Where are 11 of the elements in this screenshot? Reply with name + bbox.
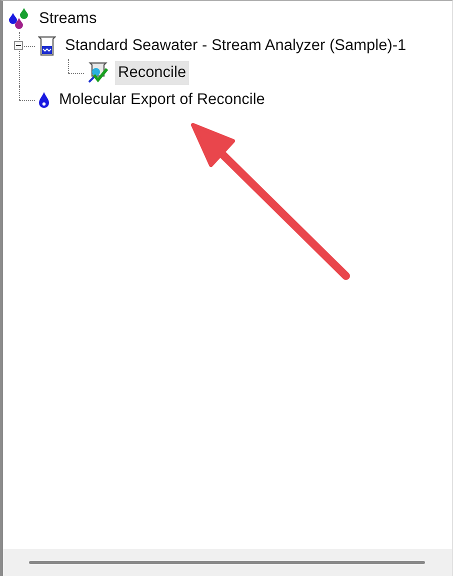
tree-item[interactable]: Standard Seawater - Stream Analyzer (Sample)-1 xyxy=(62,34,410,58)
reconcile-check-icon xyxy=(87,62,109,83)
collapse-icon[interactable] xyxy=(14,41,23,50)
horizontal-scrollbar[interactable] xyxy=(3,549,452,576)
droplets-icon xyxy=(8,6,30,30)
tree-item[interactable]: Streams xyxy=(36,6,100,30)
tree-item[interactable]: Molecular Export of Reconcile xyxy=(56,88,268,112)
sample-vessel-icon xyxy=(38,36,56,56)
scrollbar-thumb[interactable] xyxy=(29,561,425,564)
tree-item[interactable]: Reconcile xyxy=(115,60,190,84)
droplet-icon xyxy=(38,90,50,108)
